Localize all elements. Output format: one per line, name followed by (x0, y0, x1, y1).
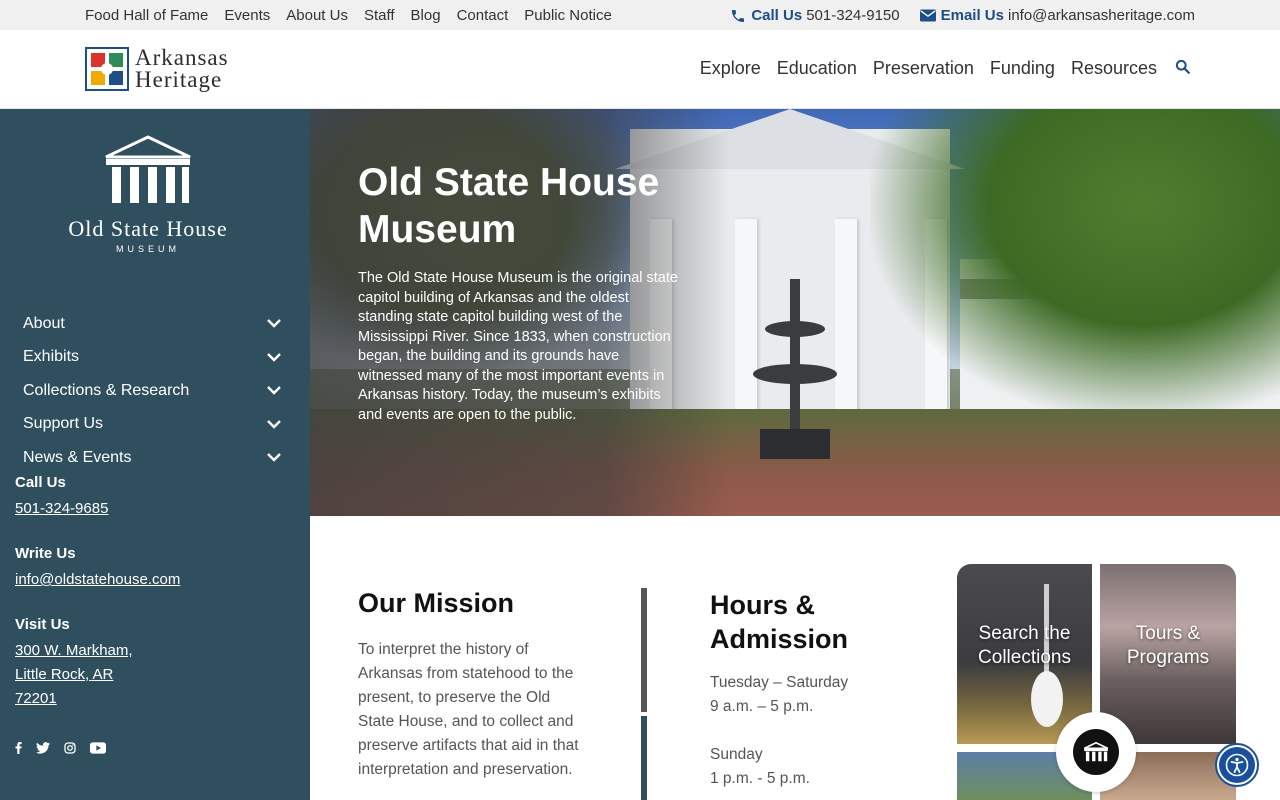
heritage-logo-icon (85, 47, 129, 91)
social-links (15, 741, 106, 759)
search-collections-tile[interactable]: Search the Collections (957, 564, 1092, 744)
utility-bar: Food Hall of Fame Events About Us Staff … (0, 0, 1280, 30)
arkansas-heritage-logo[interactable]: Arkansas Heritage (85, 45, 229, 92)
chevron-down-icon[interactable] (267, 319, 281, 328)
address-line-3[interactable]: 72201 (15, 687, 180, 711)
hero-tree-right (870, 109, 1280, 419)
email-us-label: Email Us (940, 7, 1004, 24)
logo-line-1: Arkansas (135, 45, 229, 70)
sidebar-item-exhibits[interactable]: Exhibits (23, 341, 281, 375)
sidebar-item-collections-research[interactable]: Collections & Research (23, 374, 281, 408)
hero-banner: Old State House Museum The Old State Hou… (310, 109, 1280, 516)
chevron-down-icon[interactable] (267, 419, 281, 429)
museum-phone-link[interactable]: 501-324-9685 (15, 497, 180, 521)
facebook-icon[interactable] (15, 741, 22, 759)
sidebar-item-label: Support Us (23, 415, 104, 433)
visit-us-heading: Visit Us (15, 616, 70, 633)
hours-info: Tuesday – Saturday 9 a.m. – 5 p.m. Sunda… (710, 671, 848, 800)
sidebar-item-label: Collections & Research (23, 381, 190, 399)
sidebar-menu: About Exhibits Collections & Research Su… (23, 307, 281, 475)
utility-link-food-hall-of-fame[interactable]: Food Hall of Fame (85, 7, 208, 24)
museum-sidebar: Old State House MUSEUM About Exhibits Co… (0, 109, 310, 800)
old-state-house-logo[interactable]: Old State House MUSEUM (48, 135, 248, 254)
hours-time-1: 9 a.m. – 5 p.m. (710, 698, 814, 715)
envelope-icon (919, 9, 936, 22)
utility-link-events[interactable]: Events (224, 7, 270, 24)
chevron-down-icon[interactable] (267, 386, 281, 395)
email-us-address: info@arkansasheritage.com (1008, 7, 1195, 24)
sidebar-item-label: About (23, 314, 65, 332)
utility-link-contact[interactable]: Contact (457, 7, 509, 24)
hero-title: Old State House Museum (358, 161, 660, 251)
hours-days-2: Sunday (710, 746, 763, 763)
mission-text: To interpret the history of Arkansas fro… (358, 641, 579, 778)
utility-contact: Call Us 501-324-9150 Email Us info@arkan… (710, 7, 1195, 24)
sidebar-item-about[interactable]: About (23, 307, 281, 341)
call-us-link[interactable]: Call Us 501-324-9150 (730, 7, 900, 24)
utility-link-public-notice[interactable]: Public Notice (524, 7, 612, 24)
write-us-heading: Write Us (15, 545, 76, 562)
phone-icon (732, 9, 745, 22)
hero-description: The Old State House Museum is the origin… (358, 270, 678, 423)
fountain-image (753, 279, 837, 459)
address-line-2[interactable]: Little Rock, AR (15, 663, 180, 687)
museum-email-link[interactable]: info@oldstatehouse.com (15, 568, 180, 592)
tours-programs-tile[interactable]: Tours & Programs (1100, 564, 1236, 744)
call-us-label: Call Us (751, 7, 803, 24)
main-nav: Explore Education Preservation Funding R… (684, 58, 1190, 79)
hours-time-2: 1 p.m. - 5 p.m. (710, 770, 810, 787)
search-button[interactable] (1175, 58, 1190, 79)
sidebar-item-support-us[interactable]: Support Us (23, 408, 281, 442)
utility-link-staff[interactable]: Staff (364, 7, 395, 24)
address-line-1[interactable]: 300 W. Markham, (15, 639, 180, 663)
utility-nav: Food Hall of Fame Events About Us Staff … (85, 7, 628, 24)
sidebar-item-news-events[interactable]: News & Events (23, 441, 281, 475)
accessibility-icon (1225, 753, 1249, 777)
nav-funding[interactable]: Funding (990, 58, 1055, 79)
old-state-house-building-icon (105, 135, 191, 203)
old-state-house-building-icon (1083, 742, 1109, 762)
nav-explore[interactable]: Explore (700, 58, 761, 79)
call-us-heading: Call Us (15, 474, 66, 491)
call-us-number: 501-324-9150 (806, 7, 900, 24)
chevron-down-icon[interactable] (267, 352, 281, 362)
search-icon (1175, 59, 1190, 74)
utility-link-blog[interactable]: Blog (411, 7, 441, 24)
sidebar-item-label: Exhibits (23, 348, 80, 366)
section-divider (641, 588, 647, 800)
museum-badge-button[interactable] (1056, 712, 1136, 792)
hours-days-1: Tuesday – Saturday (710, 674, 849, 691)
accessibility-button[interactable] (1215, 743, 1259, 787)
instagram-icon[interactable] (64, 741, 76, 759)
email-us-link[interactable]: Email Us info@arkansasheritage.com (919, 7, 1195, 24)
logo-line-2: Heritage (135, 67, 223, 92)
nav-preservation[interactable]: Preservation (873, 58, 974, 79)
tile-label: Search the Collections (978, 623, 1071, 668)
sidebar-item-label: News & Events (23, 448, 132, 466)
chevron-down-icon[interactable] (267, 453, 281, 462)
youtube-icon[interactable] (90, 741, 106, 759)
site-header: Arkansas Heritage Explore Education Pres… (0, 30, 1280, 109)
hours-heading: Hours & Admission (710, 590, 849, 654)
sidebar-logo-name: Old State House (68, 216, 228, 241)
nav-education[interactable]: Education (777, 58, 857, 79)
utility-link-about-us[interactable]: About Us (286, 7, 348, 24)
mission-heading: Our Mission (358, 588, 515, 618)
sidebar-logo-sub: MUSEUM (116, 244, 180, 254)
twitter-icon[interactable] (36, 741, 50, 759)
sidebar-contact: Call Us 501-324-9685 Write Us info@oldst… (15, 474, 180, 735)
nav-resources[interactable]: Resources (1071, 58, 1157, 79)
tile-label: Tours & Programs (1126, 623, 1210, 668)
